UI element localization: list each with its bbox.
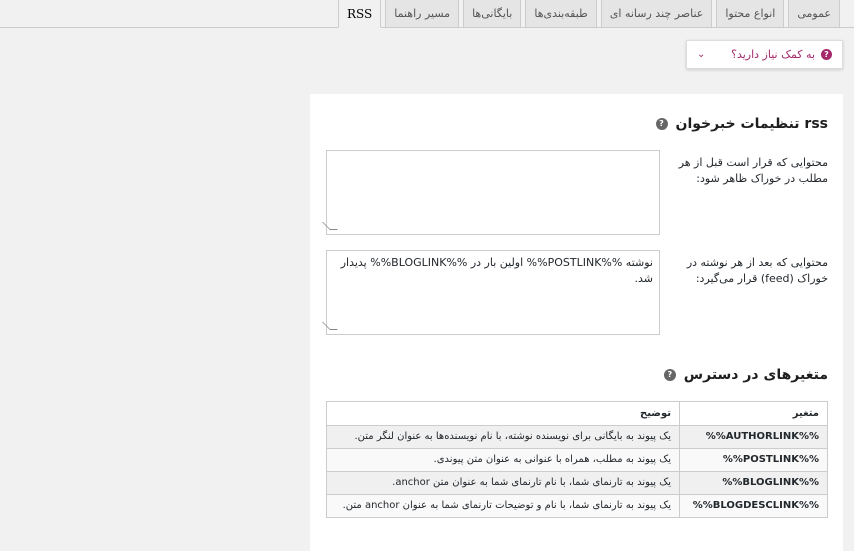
tab-archives[interactable]: بایگانی‌ها: [463, 0, 522, 28]
column-header-description: توضیح: [326, 401, 680, 426]
table-row: %%AUTHORLINK%% یک پیوند به بایگانی برای …: [326, 425, 828, 449]
available-vars-heading: متغیرهای در دسترس ?: [663, 367, 828, 383]
column-header-variable: متغیر: [679, 401, 828, 426]
after-content-label: محتوایی که بعد از هر نوشته در خوراک (fee…: [686, 256, 828, 285]
before-content-textarea[interactable]: [326, 150, 660, 235]
variable-description: یک پیوند به تارنمای شما، با نام و توضیحا…: [326, 494, 680, 518]
table-row: %%POSTLINK%% یک پیوند به مطلب، همراه با …: [326, 448, 828, 472]
help-icon[interactable]: ?: [655, 118, 668, 130]
before-content-label: محتوایی که قرار است قبل از هر مطلب در خو…: [678, 156, 828, 185]
tab-media[interactable]: عناصر چند رسانه ای: [600, 0, 713, 28]
variable-name: %%BLOGDESCLINK%%: [679, 494, 828, 518]
variable-description: یک پیوند به مطلب، همراه با عنوانی به عنو…: [326, 448, 680, 472]
tab-bar: عمومی انواع محتوا عناصر چند رسانه ای طبق…: [0, 0, 854, 28]
table-row: %%BLOGLINK%% یک پیوند به تارنمای شما، با…: [326, 471, 828, 495]
help-toggle-button[interactable]: ? به کمک نیاز دارید؟ ⌄: [686, 40, 843, 69]
variable-name: %%POSTLINK%%: [679, 448, 828, 472]
help-icon[interactable]: ?: [663, 369, 676, 381]
help-label: به کمک نیاز دارید؟: [731, 48, 815, 61]
rss-settings-heading: تنظیمات خبرخوان rss ?: [655, 116, 829, 132]
tab-general[interactable]: عمومی: [788, 0, 840, 28]
variable-name: %%AUTHORLINK%%: [679, 425, 828, 449]
variable-description: یک پیوند به بایگانی برای نویسنده نوشته، …: [326, 425, 680, 449]
variables-table: متغیر توضیح %%AUTHORLINK%% یک پیوند به ب…: [326, 401, 828, 518]
variable-description: یک پیوند به تارنمای شما، با نام تارنمای …: [326, 471, 680, 495]
after-content-textarea[interactable]: نوشته %%POSTLINK%% اولین بار در %%BLOGLI…: [326, 250, 660, 335]
tab-rss[interactable]: RSS: [338, 0, 382, 28]
available-vars-title: متغیرهای در دسترس: [683, 367, 828, 383]
settings-panel: تنظیمات خبرخوان rss ? محتوایی که قرار اس…: [310, 94, 843, 551]
table-row: %%BLOGDESCLINK%% یک پیوند به تارنمای شما…: [326, 494, 828, 518]
tab-breadcrumbs[interactable]: مسیر راهنما: [385, 0, 460, 28]
chevron-down-icon: ⌄: [697, 49, 706, 60]
question-icon: ?: [821, 49, 832, 60]
rss-settings-title: تنظیمات خبرخوان rss: [675, 116, 829, 132]
tab-content-types[interactable]: انواع محتوا: [716, 0, 785, 28]
tabs: عمومی انواع محتوا عناصر چند رسانه ای طبق…: [338, 0, 840, 29]
variable-name: %%BLOGLINK%%: [679, 471, 828, 495]
table-header-row: متغیر توضیح: [326, 401, 828, 426]
tab-taxonomies[interactable]: طبقه‌بندی‌ها: [525, 0, 597, 28]
